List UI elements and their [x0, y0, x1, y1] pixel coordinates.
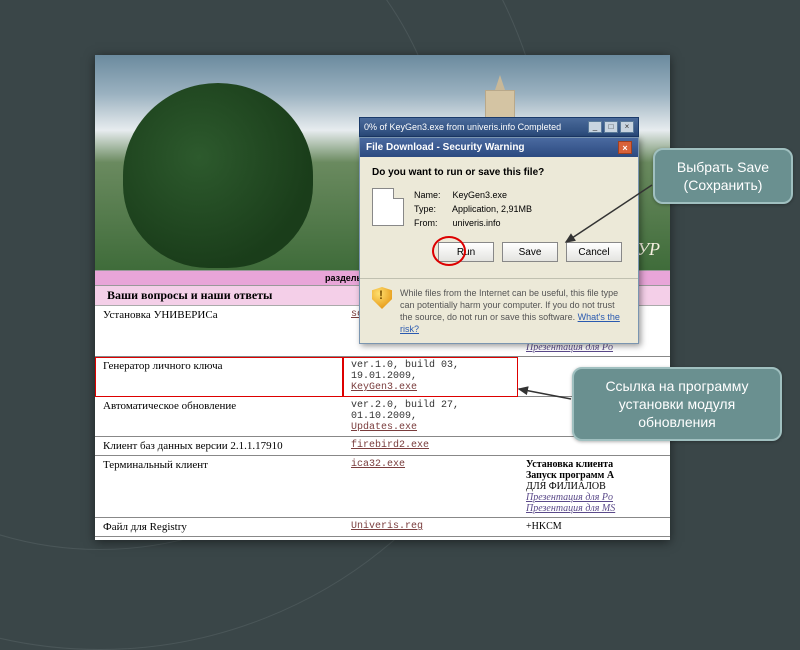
- dialog-question: Do you want to run or save this file?: [372, 167, 626, 178]
- row-name: Файл для Registry: [95, 518, 343, 537]
- table-row: Файл для Registry Univeris.reg +HKCM: [95, 518, 670, 537]
- row-name: Автоматическое обновление: [95, 397, 343, 437]
- row-name: Терминальный клиент: [95, 456, 343, 518]
- close-icon[interactable]: ×: [618, 141, 632, 154]
- callout-save: Выбрать Save (Сохранить): [653, 148, 793, 204]
- tree-graphic: [123, 83, 313, 268]
- file-link[interactable]: Univeris.reg: [351, 521, 423, 532]
- table-row: Терминальный клиент ica32.exe Установка …: [95, 456, 670, 518]
- dialog-title: File Download - Security Warning: [366, 142, 525, 153]
- file-details: Name: KeyGen3.exe Type: Application, 2,9…: [414, 188, 532, 230]
- row-notes: Установка клиента Запуск программ А ДЛЯ …: [518, 456, 670, 518]
- run-button[interactable]: Run: [438, 242, 494, 262]
- shield-icon: [372, 287, 392, 309]
- progress-title: 0% of KeyGen3.exe from univeris.info Com…: [364, 122, 561, 132]
- file-link-keygen[interactable]: KeyGen3.exe: [351, 382, 417, 393]
- row-name: Клиент баз данных версии 2.1.1.17910: [95, 437, 343, 456]
- row-name: Генератор личного ключа: [95, 357, 343, 397]
- close-icon[interactable]: ×: [620, 121, 634, 133]
- file-link[interactable]: ica32.exe: [351, 459, 405, 470]
- window-buttons: _ □ ×: [588, 121, 634, 133]
- save-button[interactable]: Save: [502, 242, 558, 262]
- maximize-icon[interactable]: □: [604, 121, 618, 133]
- callout-link-text: Ссылка на программу установки модуля обн…: [605, 378, 748, 430]
- file-link[interactable]: firebird2.exe: [351, 440, 429, 451]
- file-link[interactable]: Updates.exe: [351, 422, 417, 433]
- row-name: Установка УНИВЕРИСа: [95, 306, 343, 357]
- callout-save-text: Выбрать Save (Сохранить): [677, 159, 769, 193]
- security-warning: While files from the Internet can be use…: [360, 278, 638, 343]
- callout-link: Ссылка на программу установки модуля обн…: [572, 367, 782, 441]
- dialog-titlebar[interactable]: File Download - Security Warning ×: [360, 138, 638, 157]
- download-progress-titlebar[interactable]: 0% of KeyGen3.exe from univeris.info Com…: [359, 117, 639, 137]
- arrow-to-save: [562, 180, 657, 250]
- minimize-icon[interactable]: _: [588, 121, 602, 133]
- file-icon: [372, 188, 404, 226]
- arrow-to-link: [515, 385, 575, 405]
- row-file-cell: ver.1.0, build 03, 19.01.2009, KeyGen3.e…: [343, 357, 518, 397]
